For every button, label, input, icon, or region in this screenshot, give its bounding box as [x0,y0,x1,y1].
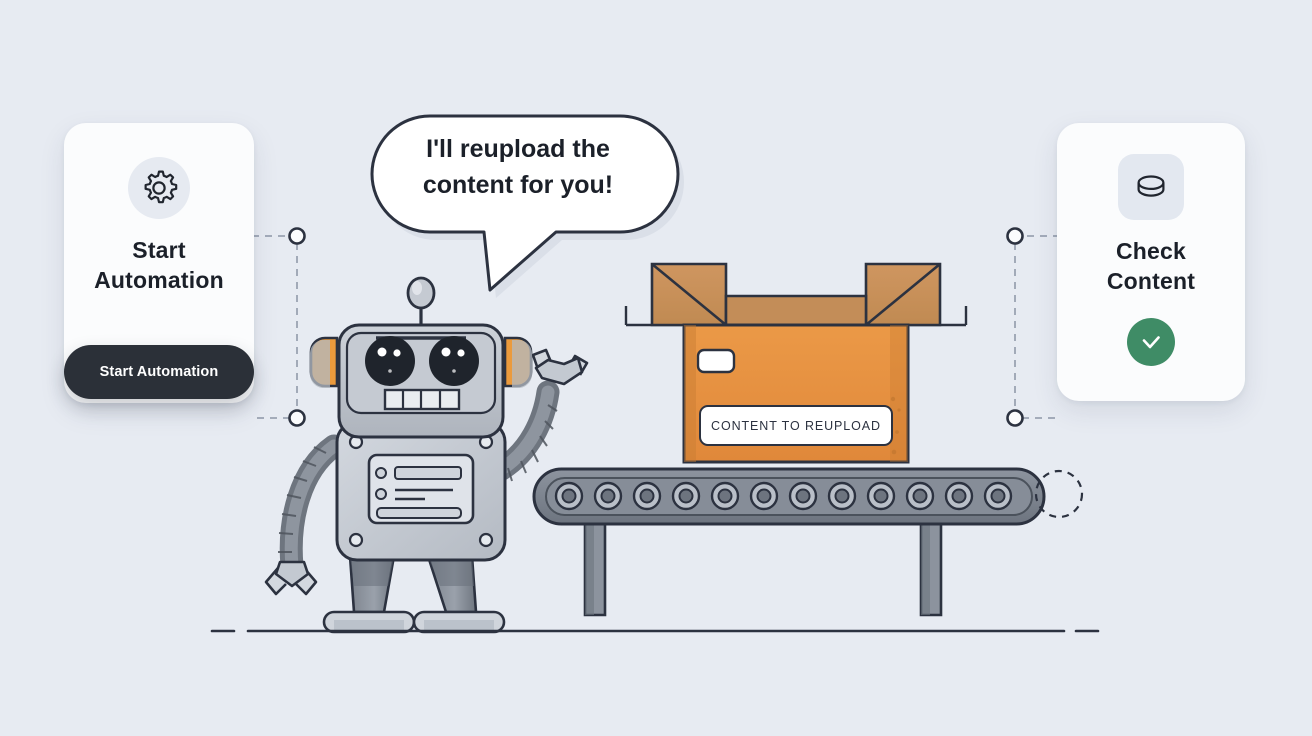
card-title: Start Automation [94,237,224,293]
illustration-canvas: Start Automation Start Automation Check … [0,0,1312,736]
gear-icon-wrapper [128,157,190,219]
package-label: CONTENT TO REUPLOAD [699,405,893,446]
card-title: Check Content [1106,238,1196,294]
status-badge-success [1127,318,1175,366]
robot-figure [264,276,589,634]
conveyor-belt [532,467,1084,617]
disk-icon [1137,175,1165,197]
speech-bubble-text: I'll reupload the content for you! [422,135,614,199]
start-automation-button[interactable]: Start Automation [64,345,254,399]
gear-icon [144,170,178,204]
check-icon [1142,336,1160,349]
card-check-content[interactable]: Check Content [1057,123,1245,401]
disk-icon-wrapper [1118,154,1184,220]
